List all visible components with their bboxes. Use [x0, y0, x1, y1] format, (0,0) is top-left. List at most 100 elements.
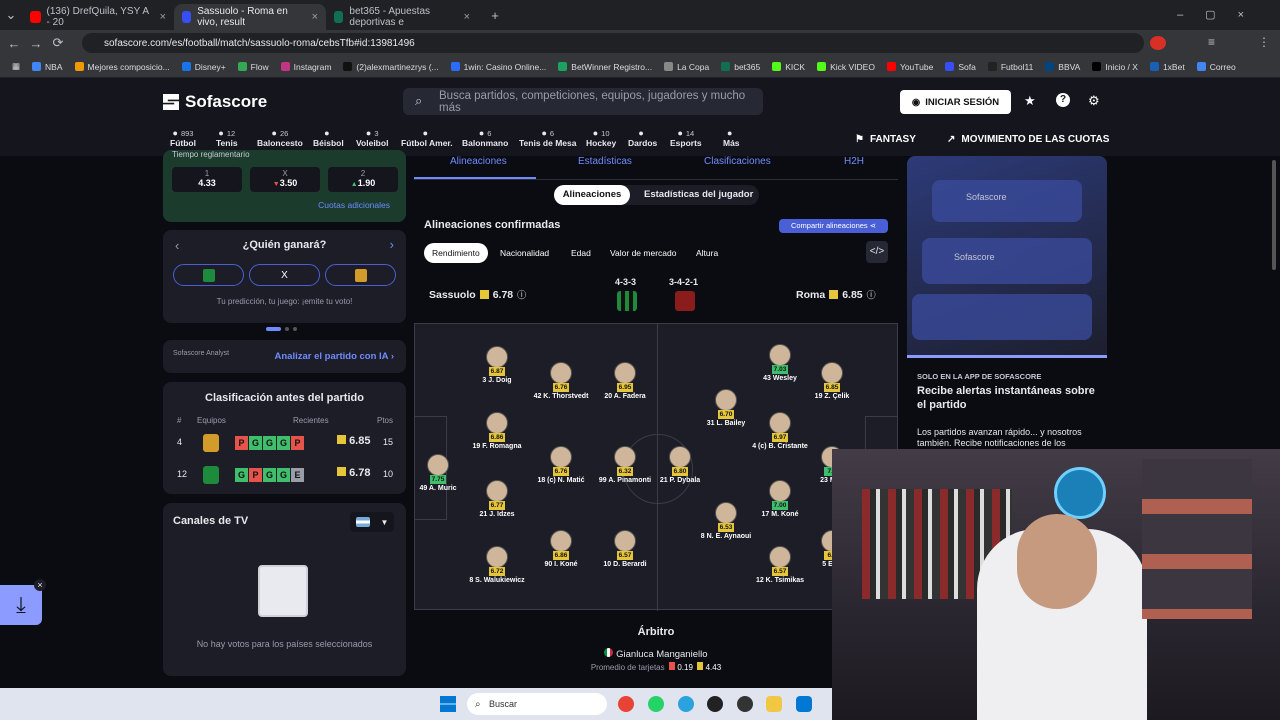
help-icon[interactable]: ?: [1056, 93, 1070, 107]
folder-icon[interactable]: [766, 696, 782, 712]
app-icon[interactable]: [707, 696, 723, 712]
close-tab-icon[interactable]: ×: [464, 11, 470, 23]
player-marker[interactable]: 6.32 99 A. Pinamonti: [595, 446, 655, 485]
extensions-icon[interactable]: ≡: [1208, 35, 1215, 49]
url-field[interactable]: sofascore.com/es/football/match/sassuolo…: [82, 33, 1144, 53]
carousel-dots[interactable]: [266, 327, 297, 331]
sport-tab[interactable]: ● 6 Tenis de Mesa: [519, 128, 576, 148]
player-marker[interactable]: 6.76 42 K. Thorstvedt: [531, 362, 591, 401]
gear-icon[interactable]: ⚙: [1088, 93, 1100, 109]
bookmark-item[interactable]: Futbol11: [982, 62, 1039, 72]
vote-draw-button[interactable]: X: [249, 264, 320, 286]
bookmark-item[interactable]: Sofa: [939, 62, 982, 72]
filter-chip[interactable]: Edad: [563, 243, 599, 263]
profile-icon[interactable]: [1150, 36, 1166, 50]
standings-row[interactable]: 4PGGGP 6.85 15: [163, 434, 406, 454]
bookmark-item[interactable]: Flow: [232, 62, 275, 72]
sport-tab[interactable]: ● Más: [723, 128, 740, 148]
bookmark-item[interactable]: YouTube: [881, 62, 939, 72]
embed-code-button[interactable]: </>: [866, 241, 888, 263]
player-marker[interactable]: 7.75 49 A. Muric: [408, 454, 468, 493]
player-marker[interactable]: 6.57 12 K. Tsimikas: [750, 546, 810, 585]
player-marker[interactable]: 6.87 3 J. Doig: [467, 346, 527, 385]
bookmark-item[interactable]: (2)alexmartinezrys (...: [337, 62, 444, 72]
telegram-icon[interactable]: [678, 696, 694, 712]
next-arrow-icon[interactable]: ›: [390, 237, 394, 252]
share-lineups-button[interactable]: Compartir alineaciones ⋖: [779, 219, 888, 233]
chrome-icon[interactable]: [618, 696, 634, 712]
fantasy-link[interactable]: ⚑ FANTASY: [855, 134, 916, 145]
vote-home-button[interactable]: [173, 264, 244, 286]
store-icon[interactable]: [796, 696, 812, 712]
tab-search-icon[interactable]: ⌄: [0, 7, 22, 23]
filter-chip[interactable]: Altura: [688, 243, 726, 263]
info-icon[interactable]: ⓘ: [517, 288, 526, 301]
forward-icon[interactable]: →: [25, 36, 47, 51]
tab-standings[interactable]: Clasificaciones: [704, 156, 771, 167]
sport-tab[interactable]: ● 3 Voleibol: [356, 128, 388, 148]
player-marker[interactable]: 6.72 8 S. Walukiewicz: [467, 546, 527, 585]
close-tab-icon[interactable]: ×: [312, 11, 318, 23]
player-marker[interactable]: 6.70 31 L. Bailey: [696, 389, 756, 428]
browser-tab[interactable]: (136) DrefQuila, YSY A - 20 ×: [22, 4, 174, 30]
sport-tab[interactable]: ● 10 Hockey: [586, 128, 616, 148]
odds-away[interactable]: 2 ▲1.90: [328, 167, 398, 192]
country-select[interactable]: ▼: [350, 512, 394, 532]
sport-tab[interactable]: ● 6 Balonmano: [462, 128, 508, 148]
download-app-button[interactable]: ⤓: [0, 585, 42, 625]
vote-away-button[interactable]: [325, 264, 396, 286]
windows-start-icon[interactable]: [440, 696, 456, 712]
analyze-ai-link[interactable]: Analizar el partido con IA ›: [275, 351, 394, 362]
bookmark-item[interactable]: BetWinner Registro...: [552, 62, 658, 72]
close-icon[interactable]: ×: [34, 579, 46, 591]
menu-icon[interactable]: ⋮: [1258, 35, 1270, 49]
bookmark-item[interactable]: Disney+: [176, 62, 232, 72]
bookmark-item[interactable]: La Copa: [658, 62, 715, 72]
additional-odds-link[interactable]: Cuotas adicionales: [318, 200, 390, 210]
sport-tab[interactable]: ● 12 Tenis: [216, 128, 238, 148]
back-icon[interactable]: ←: [3, 36, 25, 51]
sport-tab[interactable]: ● Béisbol: [313, 128, 344, 148]
bookmark-item[interactable]: KICK: [766, 62, 811, 72]
analyst-card[interactable]: Sofascore Analyst Analizar el partido co…: [163, 340, 406, 373]
tab-lineups[interactable]: Alineaciones: [450, 156, 507, 167]
player-marker[interactable]: 6.57 10 D. Berardi: [595, 530, 655, 569]
player-marker[interactable]: 6.53 8 N. E. Aynaoui: [696, 502, 756, 541]
whatsapp-icon[interactable]: [648, 696, 664, 712]
close-tab-icon[interactable]: ×: [160, 11, 166, 23]
player-marker[interactable]: 7.03 43 Wesley: [750, 344, 810, 383]
filter-chip[interactable]: Rendimiento: [424, 243, 488, 263]
star-icon[interactable]: ★: [1024, 93, 1036, 109]
bookmark-item[interactable]: Mejores composicio...: [69, 62, 176, 72]
player-marker[interactable]: 6.76 18 (c) N. Matić: [531, 446, 591, 485]
bookmark-item[interactable]: Instagram: [275, 62, 338, 72]
bookmark-item[interactable]: 1win: Casino Online...: [445, 62, 553, 72]
new-tab-icon[interactable]: +: [484, 8, 506, 23]
player-marker[interactable]: 6.86 90 I. Koné: [531, 530, 591, 569]
login-button[interactable]: ◉ INICIAR SESIÓN: [900, 90, 1011, 114]
filter-chip[interactable]: Valor de mercado: [602, 243, 684, 263]
player-marker[interactable]: 7.00 17 M. Koné: [750, 480, 810, 519]
obs-icon[interactable]: [737, 696, 753, 712]
apps-icon[interactable]: ▦: [6, 61, 26, 72]
bookmark-item[interactable]: bet365: [715, 62, 766, 72]
tab-statistics[interactable]: Estadísticas: [578, 156, 632, 167]
odds-draw[interactable]: X ▼3.50: [250, 167, 320, 192]
filter-chip[interactable]: Nacionalidad: [492, 243, 557, 263]
sport-tab[interactable]: ● Dardos: [628, 128, 657, 148]
sofascore-logo[interactable]: Sofascore: [163, 92, 267, 112]
player-marker[interactable]: 6.86 19 F. Romagna: [467, 412, 527, 451]
search-input[interactable]: ⌕ Busca partidos, competiciones, equipos,…: [403, 88, 763, 115]
bookmark-item[interactable]: NBA: [26, 62, 68, 72]
sport-tab[interactable]: ● 893 Fútbol: [170, 128, 196, 152]
odds-movement-link[interactable]: ↗ MOVIMIENTO DE LAS CUOTAS: [947, 134, 1109, 145]
sport-tab[interactable]: ● 14 Esports: [670, 128, 702, 148]
player-marker[interactable]: 6.80 21 P. Dybala: [650, 446, 710, 485]
window-controls[interactable]: –▢×: [1177, 8, 1266, 21]
subtab-player-stats[interactable]: Estadísticas del jugador: [644, 189, 753, 200]
subtab-lineups[interactable]: Alineaciones: [554, 185, 630, 205]
sport-tab[interactable]: ● 26 Baloncesto: [257, 128, 303, 148]
taskbar-search[interactable]: ⌕ Buscar: [467, 693, 607, 715]
browser-tab[interactable]: bet365 - Apuestas deportivas e ×: [326, 4, 478, 30]
browser-tab-active[interactable]: Sassuolo - Roma en vivo, result ×: [174, 4, 326, 30]
